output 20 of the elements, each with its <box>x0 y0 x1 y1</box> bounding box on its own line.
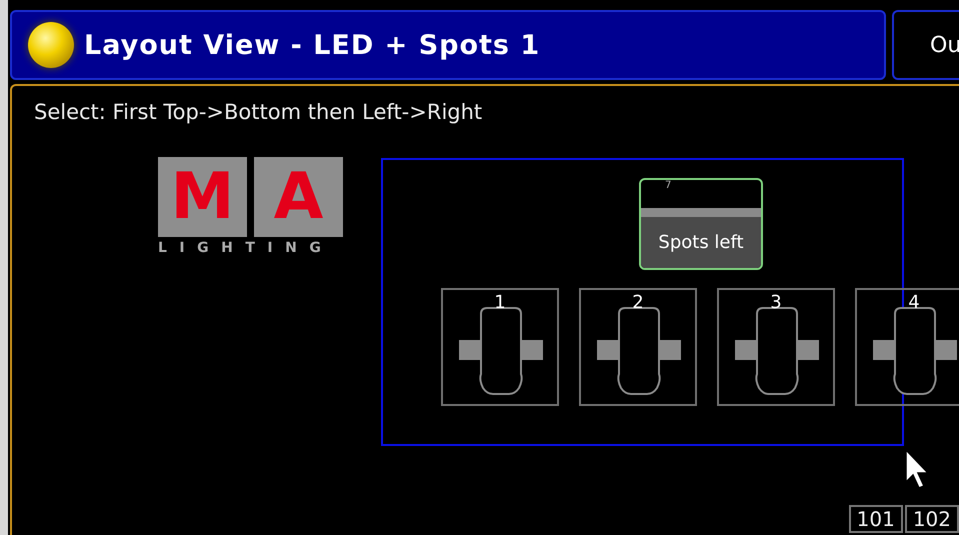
fixture-symbol[interactable]: 4 <box>855 288 959 406</box>
fixture-symbol[interactable]: 3 <box>717 288 835 406</box>
window-tab[interactable]: Ou <box>892 10 959 80</box>
group-name: Spots left <box>641 217 761 268</box>
window-title: Layout View - LED + Spots 1 <box>84 30 540 60</box>
status-ball-icon <box>28 22 74 68</box>
group-number: 7 <box>664 180 672 193</box>
fixture-number: 2 <box>632 292 644 314</box>
fixture-number: 3 <box>770 292 782 314</box>
fixture-symbol[interactable]: 1 <box>441 288 559 406</box>
channel-number: 102 <box>904 505 959 533</box>
group-tile[interactable]: 7 Spots left <box>639 178 763 270</box>
fixture-number: 1 <box>494 292 506 314</box>
logo-letter: A <box>254 157 343 237</box>
logo-letter: M <box>158 157 247 237</box>
instruction-text: Select: First Top->Bottom then Left->Right <box>34 100 482 124</box>
logo-tagline: LIGHTING <box>158 240 334 256</box>
channel-number: 101 <box>848 505 903 533</box>
fixture-symbol[interactable]: 2 <box>579 288 697 406</box>
fixture-number: 4 <box>908 292 920 314</box>
